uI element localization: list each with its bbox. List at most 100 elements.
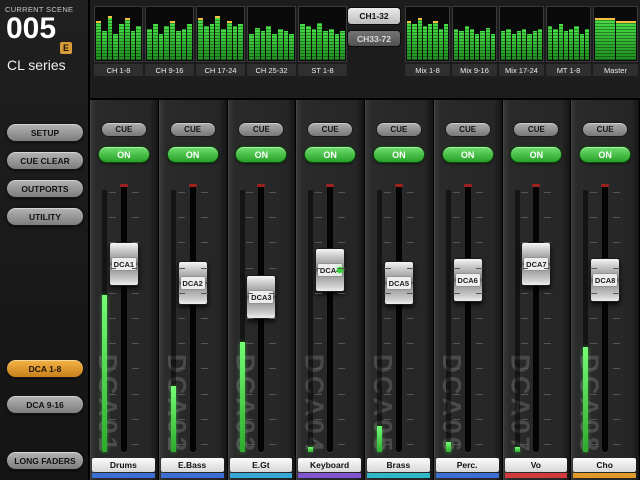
meter-bar bbox=[538, 29, 542, 60]
meter-bank-mix-9-16[interactable]: Mix 9-16 bbox=[452, 6, 497, 76]
meter-bar bbox=[527, 34, 531, 60]
meter-bank-ch-17-24[interactable]: CH 17-24 bbox=[196, 6, 245, 76]
meter-bar bbox=[266, 26, 271, 60]
fader-scale-tick bbox=[201, 368, 208, 369]
on-button[interactable]: ON bbox=[98, 146, 150, 163]
meter-bar bbox=[480, 31, 484, 60]
long-faders-button[interactable]: LONG FADERS bbox=[6, 451, 84, 470]
meter-bank-master[interactable]: Master bbox=[593, 6, 638, 76]
level-meter bbox=[446, 190, 451, 452]
fader-scale-tick bbox=[613, 192, 620, 193]
fader-scale-tick bbox=[246, 217, 253, 218]
meter-bars bbox=[247, 6, 296, 62]
utility-button[interactable]: UTILITY bbox=[6, 207, 84, 226]
cue-button[interactable]: CUE bbox=[170, 122, 216, 137]
fader-track[interactable] bbox=[190, 184, 196, 452]
cue-button[interactable]: CUE bbox=[582, 122, 628, 137]
meter-bar bbox=[187, 24, 192, 60]
meter-bar bbox=[433, 21, 437, 60]
layer-ch33-72-button[interactable]: CH33-72 bbox=[347, 30, 401, 47]
fader-track[interactable] bbox=[327, 184, 333, 452]
fader-scale-tick bbox=[521, 192, 528, 193]
cue-button[interactable]: CUE bbox=[307, 122, 353, 137]
outports-button[interactable]: OUTPORTS bbox=[6, 179, 84, 198]
fader-scale-tick bbox=[338, 394, 345, 395]
channel-name[interactable]: E.Gt bbox=[230, 458, 293, 472]
fader-scale-tick bbox=[269, 192, 276, 193]
fader-scale-tick bbox=[201, 444, 208, 445]
fader-scale-tick bbox=[338, 192, 345, 193]
dca-bank-1-8-button[interactable]: DCA 1-8 bbox=[6, 359, 84, 378]
fader-scale-tick bbox=[590, 394, 597, 395]
on-button[interactable]: ON bbox=[373, 146, 425, 163]
meter-bank-ch-9-16[interactable]: CH 9-16 bbox=[145, 6, 194, 76]
layer-ch1-32-button[interactable]: CH1-32 bbox=[347, 7, 401, 25]
cue-clear-button[interactable]: CUE CLEAR bbox=[6, 151, 84, 170]
channel-name[interactable]: Keyboard bbox=[298, 458, 361, 472]
strip-watermark: DCA07 bbox=[505, 354, 536, 454]
cue-button[interactable]: CUE bbox=[101, 122, 147, 137]
fader-knob[interactable]: DCA1 bbox=[109, 242, 139, 286]
meter-bank-mt-1-8[interactable]: MT 1-8 bbox=[546, 6, 591, 76]
fader-scale-tick bbox=[453, 268, 460, 269]
fader-knob[interactable]: DCA4 bbox=[315, 248, 345, 292]
fader-scale-tick bbox=[384, 318, 391, 319]
channel-name[interactable]: Cho bbox=[573, 458, 636, 472]
fader-scale-tick bbox=[521, 242, 528, 243]
fader-track[interactable] bbox=[396, 184, 402, 452]
fader-scale-tick bbox=[476, 444, 483, 445]
on-button[interactable]: ON bbox=[510, 146, 562, 163]
fader-scale-tick bbox=[315, 444, 322, 445]
cue-button[interactable]: CUE bbox=[376, 122, 422, 137]
meter-bar bbox=[284, 31, 289, 60]
channel-strip-dca6: DCA06CUEONDCA6Perc. bbox=[434, 100, 503, 480]
cue-button[interactable]: CUE bbox=[513, 122, 559, 137]
channel-name[interactable]: Perc. bbox=[436, 458, 499, 472]
fader-knob[interactable]: DCA3 bbox=[246, 275, 276, 319]
meter-bank-mix-17-24[interactable]: Mix 17-24 bbox=[499, 6, 544, 76]
setup-button[interactable]: SETUP bbox=[6, 123, 84, 142]
fader-track[interactable] bbox=[465, 184, 471, 452]
fader-scale-tick bbox=[246, 192, 253, 193]
on-button[interactable]: ON bbox=[167, 146, 219, 163]
channel-name[interactable]: Brass bbox=[367, 458, 430, 472]
channel-name[interactable]: Vo bbox=[505, 458, 568, 472]
meter-bars bbox=[145, 6, 194, 62]
fader-scale-tick bbox=[201, 293, 208, 294]
fader-scale-tick bbox=[338, 444, 345, 445]
fader-scale-tick bbox=[544, 217, 551, 218]
fader-scale-tick bbox=[476, 394, 483, 395]
meter-bank-ch-25-32[interactable]: CH 25-32 bbox=[247, 6, 296, 76]
meter-bar bbox=[102, 31, 107, 60]
on-button[interactable]: ON bbox=[304, 146, 356, 163]
meter-bank-mix-1-8[interactable]: Mix 1-8 bbox=[405, 6, 450, 76]
fader-scale-tick bbox=[590, 343, 597, 344]
fader-track[interactable] bbox=[121, 184, 127, 452]
cue-button[interactable]: CUE bbox=[445, 122, 491, 137]
on-button[interactable]: ON bbox=[235, 146, 287, 163]
on-button[interactable]: ON bbox=[442, 146, 494, 163]
fader-scale-tick bbox=[521, 368, 528, 369]
fader-scale-tick bbox=[269, 217, 276, 218]
cue-button[interactable]: CUE bbox=[238, 122, 284, 137]
fader-knob[interactable]: DCA7 bbox=[521, 242, 551, 286]
fader-scale-tick bbox=[315, 293, 322, 294]
fader-knob[interactable]: DCA8 bbox=[590, 258, 620, 302]
meter-bar bbox=[423, 26, 427, 60]
meter-bar bbox=[444, 24, 448, 60]
channel-layer-switch: CH1-32 CH33-72 bbox=[347, 7, 401, 47]
fader-knob[interactable]: DCA6 bbox=[453, 258, 483, 302]
meter-bank-ch-1-8[interactable]: CH 1-8 bbox=[94, 6, 143, 76]
meter-bar bbox=[113, 34, 118, 60]
fader-scale-tick bbox=[590, 293, 597, 294]
meter-bar bbox=[553, 29, 557, 60]
dca-bank-9-16-button[interactable]: DCA 9-16 bbox=[6, 395, 84, 414]
fader-scale-tick bbox=[315, 318, 322, 319]
on-button[interactable]: ON bbox=[579, 146, 631, 163]
overload-mark bbox=[326, 184, 334, 187]
fader-track[interactable] bbox=[533, 184, 539, 452]
channel-name[interactable]: Drums bbox=[92, 458, 155, 472]
meter-bank-st-1-8[interactable]: ST 1-8 bbox=[298, 6, 347, 76]
fader-track[interactable] bbox=[602, 184, 608, 452]
channel-name[interactable]: E.Bass bbox=[161, 458, 224, 472]
